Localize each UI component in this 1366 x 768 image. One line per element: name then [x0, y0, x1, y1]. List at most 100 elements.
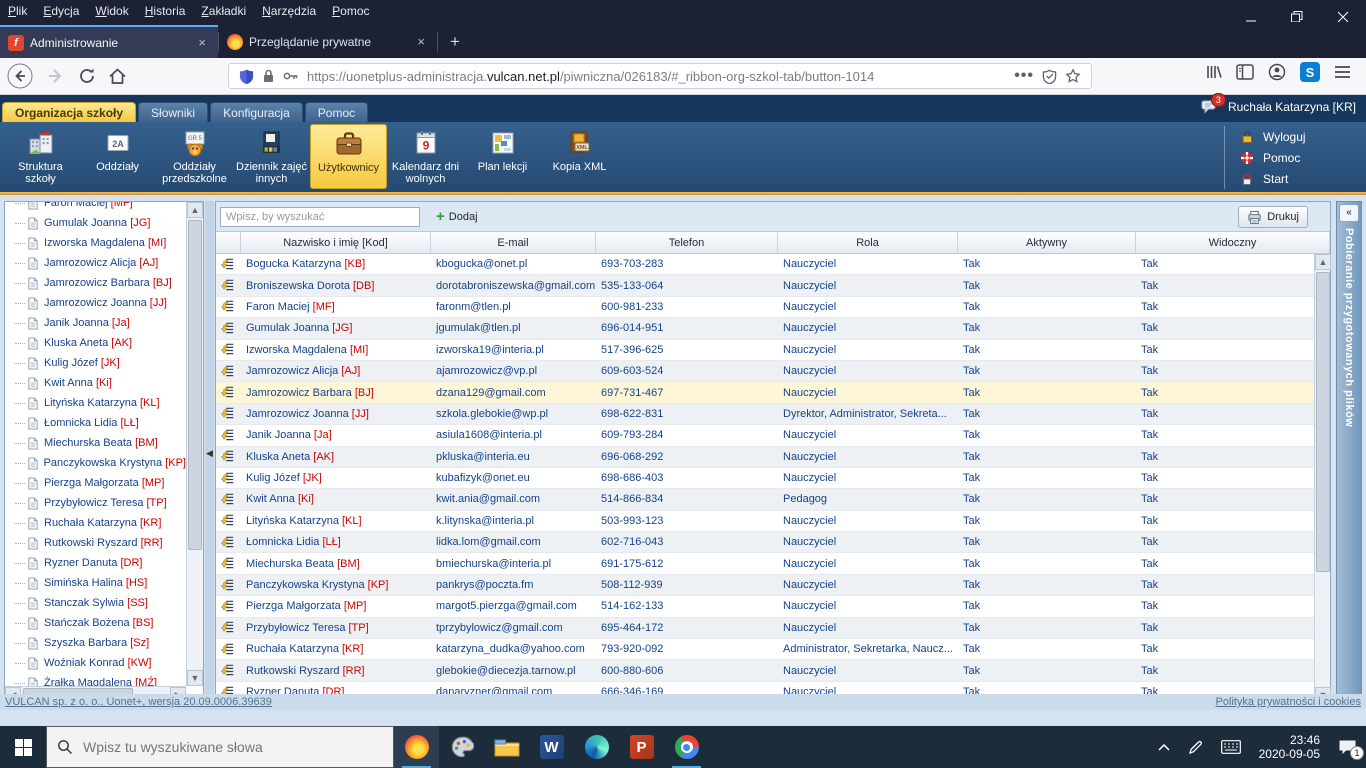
table-row-pierzga-ma-gorzata[interactable]: Pierzga Małgorzata [MP] margot5.pierzga@…	[216, 596, 1330, 617]
sidebar-item-izworska-magdalena[interactable]: Izworska Magdalena [MI]	[15, 233, 186, 253]
tray-chevron-icon[interactable]	[1158, 743, 1170, 751]
column-header-rola[interactable]: Rola	[778, 232, 958, 253]
quick-menu-wyloguj[interactable]: Wyloguj	[1239, 126, 1352, 147]
row-edit-icon[interactable]	[216, 639, 241, 659]
downloads-collapsed-panel[interactable]: « Pobieranie przygotowanych plików	[1336, 201, 1362, 704]
row-edit-icon[interactable]	[216, 297, 241, 317]
table-row-kulig-jozef[interactable]: Kulig Józef [JK] kubafizyk@onet.eu 698-6…	[216, 468, 1330, 489]
row-edit-icon[interactable]	[216, 318, 241, 338]
quick-menu-start[interactable]: Start	[1239, 168, 1352, 189]
table-row-jamrozowicz-joanna[interactable]: Jamrozowicz Joanna [JJ] szkola.glebokie@…	[216, 404, 1330, 425]
logged-user-name[interactable]: Ruchała Katarzyna [KR]	[1228, 100, 1356, 114]
menu-item-edycja[interactable]: Edycja	[35, 1, 87, 21]
expand-panel-icon[interactable]: «	[1339, 204, 1359, 222]
table-row-kluska-aneta[interactable]: Kluska Aneta [AK] pkluska@interia.eu 696…	[216, 447, 1330, 468]
row-edit-icon[interactable]	[216, 660, 241, 680]
tab-close-icon[interactable]: ×	[194, 35, 210, 50]
tree-vertical-scrollbar[interactable]: ▲ ▼	[186, 202, 203, 686]
table-row-omnicka-lidia[interactable]: Łomnicka Lidia [LŁ] lidka.lom@gmail.com …	[216, 532, 1330, 553]
table-row-izworska-magdalena[interactable]: Izworska Magdalena [MI] izworska19@inter…	[216, 340, 1330, 361]
library-icon[interactable]	[1204, 63, 1222, 81]
ribbon-button-kopia-xml[interactable]: XML Kopia XML	[541, 124, 618, 189]
row-edit-icon[interactable]	[216, 275, 241, 295]
taskbar-clock[interactable]: 23:46 2020-09-05	[1259, 733, 1320, 761]
sidebar-item-szyszka-barbara[interactable]: Szyszka Barbara [Sz]	[15, 633, 186, 653]
menu-item-pomoc[interactable]: Pomoc	[324, 1, 377, 21]
panel-splitter[interactable]: ◀	[205, 201, 214, 704]
ribbon-button-oddzia-y-przedszkolne[interactable]: GR 5 Oddziały przedszkolne	[156, 124, 233, 189]
grid-vertical-scrollbar[interactable]: ▲ ▼	[1314, 254, 1330, 703]
table-row-litynska-katarzyna[interactable]: Lityńska Katarzyna [KL] k.litynska@inter…	[216, 511, 1330, 532]
ribbon-tab-pomoc[interactable]: Pomoc	[305, 102, 368, 122]
row-edit-icon[interactable]	[216, 340, 241, 360]
tracking-protection-shield-icon[interactable]	[239, 68, 254, 84]
taskbar-app-word[interactable]: W	[529, 726, 574, 768]
sidebar-item-rucha-a-katarzyna[interactable]: Ruchała Katarzyna [KR]	[15, 513, 186, 533]
sidebar-item-gumulak-joanna[interactable]: Gumulak Joanna [JG]	[15, 213, 186, 233]
table-row-przyby-owicz-teresa[interactable]: Przybyłowicz Teresa [TP] tprzybylowicz@g…	[216, 618, 1330, 639]
table-row-janik-joanna[interactable]: Janik Joanna [Ja] asiula1608@interia.pl …	[216, 425, 1330, 446]
menu-item-widok[interactable]: Widok	[87, 1, 136, 21]
action-center-icon[interactable]: 1	[1338, 739, 1357, 756]
ribbon-button-plan-lekcji[interactable]: Plan lekcji	[464, 124, 541, 189]
new-tab-button[interactable]: +	[438, 32, 472, 58]
menu-item-historia[interactable]: Historia	[137, 1, 194, 21]
saved-password-key-icon[interactable]	[283, 70, 299, 82]
sidebar-item-przyby-owicz-teresa[interactable]: Przybyłowicz Teresa [TP]	[15, 493, 186, 513]
scroll-up-icon[interactable]: ▲	[1315, 254, 1331, 270]
taskbar-app-edge[interactable]	[574, 726, 619, 768]
sidebar-item-kluska-aneta[interactable]: Kluska Aneta [AK]	[15, 333, 186, 353]
reload-button[interactable]	[78, 67, 96, 85]
row-edit-icon[interactable]	[216, 382, 241, 402]
sidebar-item-omnicka-lidia[interactable]: Łomnicka Lidia [LŁ]	[15, 413, 186, 433]
tab-close-icon[interactable]: ×	[413, 34, 429, 49]
home-button[interactable]	[108, 67, 127, 86]
browser-tab-przegladanie-prywatne[interactable]: Przeglądanie prywatne×	[219, 25, 437, 58]
sidebar-item-siminska-halina[interactable]: Simińska Halina [HS]	[15, 573, 186, 593]
scroll-up-icon[interactable]: ▲	[187, 202, 203, 218]
ribbon-button-kalendarz-dni-wolnych[interactable]: 9 Kalendarz dni wolnych	[387, 124, 464, 189]
table-row-rutkowski-ryszard[interactable]: Rutkowski Ryszard [RR] glebokie@diecezja…	[216, 660, 1330, 681]
ribbon-button-uzytkownicy[interactable]: Użytkownicy	[310, 124, 387, 189]
page-actions-icon[interactable]: •••	[1014, 67, 1034, 85]
table-row-jamrozowicz-alicja[interactable]: Jamrozowicz Alicja [AJ] ajamrozowicz@vp.…	[216, 361, 1330, 382]
sidebar-item-wozniak-konrad[interactable]: Woźniak Konrad [KW]	[15, 653, 186, 673]
pocket-shield-icon[interactable]	[1042, 69, 1057, 84]
ribbon-tab-konfiguracja[interactable]: Konfiguracja	[210, 102, 303, 122]
row-edit-icon[interactable]	[216, 532, 241, 552]
sidebar-item-litynska-katarzyna[interactable]: Lityńska Katarzyna [KL]	[15, 393, 186, 413]
column-header-e-mail[interactable]: E-mail	[431, 232, 596, 253]
sidebar-item-stanczak-bozena[interactable]: Stańczak Bożena [BS]	[15, 613, 186, 633]
lock-icon[interactable]	[262, 69, 275, 83]
menu-item-zak-adki[interactable]: Zakładki	[193, 1, 254, 21]
skype-extension-icon[interactable]: S	[1300, 62, 1320, 82]
hamburger-menu-icon[interactable]	[1334, 65, 1351, 79]
taskbar-search[interactable]	[46, 726, 394, 768]
taskbar-app-chrome[interactable]	[664, 726, 709, 768]
taskbar-app-paint[interactable]	[439, 726, 484, 768]
sidebar-item-jamrozowicz-joanna[interactable]: Jamrozowicz Joanna [JJ]	[15, 293, 186, 313]
taskbar-app-explorer[interactable]	[484, 726, 529, 768]
touch-keyboard-icon[interactable]	[1221, 740, 1241, 754]
add-user-button[interactable]: +Dodaj	[428, 208, 486, 226]
ribbon-button-oddzia-y[interactable]: 2A Oddziały	[79, 124, 156, 189]
messages-icon[interactable]: 3	[1201, 99, 1218, 114]
sidebar-item-kwit-anna[interactable]: Kwit Anna [Ki]	[15, 373, 186, 393]
ribbon-button-dziennik-zajec-innych[interactable]: Dziennik zajęć innych	[233, 124, 310, 189]
ribbon-tab-s-owniki[interactable]: Słowniki	[138, 102, 208, 122]
privacy-policy-link[interactable]: Polityka prywatności i cookies	[1215, 696, 1361, 708]
sidebar-item-stanczak-sylwia[interactable]: Stanczak Sylwia [SS]	[15, 593, 186, 613]
row-edit-icon[interactable]	[216, 553, 241, 573]
sidebar-item-ryzner-danuta[interactable]: Ryzner Danuta [DR]	[15, 553, 186, 573]
account-icon[interactable]	[1268, 63, 1286, 81]
scroll-down-icon[interactable]: ▼	[187, 670, 203, 686]
sidebar-item-panczykowska-krystyna[interactable]: Panczykowska Krystyna [KP]	[15, 453, 186, 473]
row-edit-icon[interactable]	[216, 468, 241, 488]
menu-item-plik[interactable]: Plik	[0, 1, 35, 21]
column-header-widoczny[interactable]: Widoczny	[1136, 232, 1330, 253]
row-edit-icon[interactable]	[216, 425, 241, 445]
row-edit-icon[interactable]	[216, 489, 241, 509]
back-button[interactable]	[6, 62, 34, 90]
taskbar-app-firefox[interactable]	[394, 726, 439, 768]
sidebar-item-rutkowski-ryszard[interactable]: Rutkowski Ryszard [RR]	[15, 533, 186, 553]
